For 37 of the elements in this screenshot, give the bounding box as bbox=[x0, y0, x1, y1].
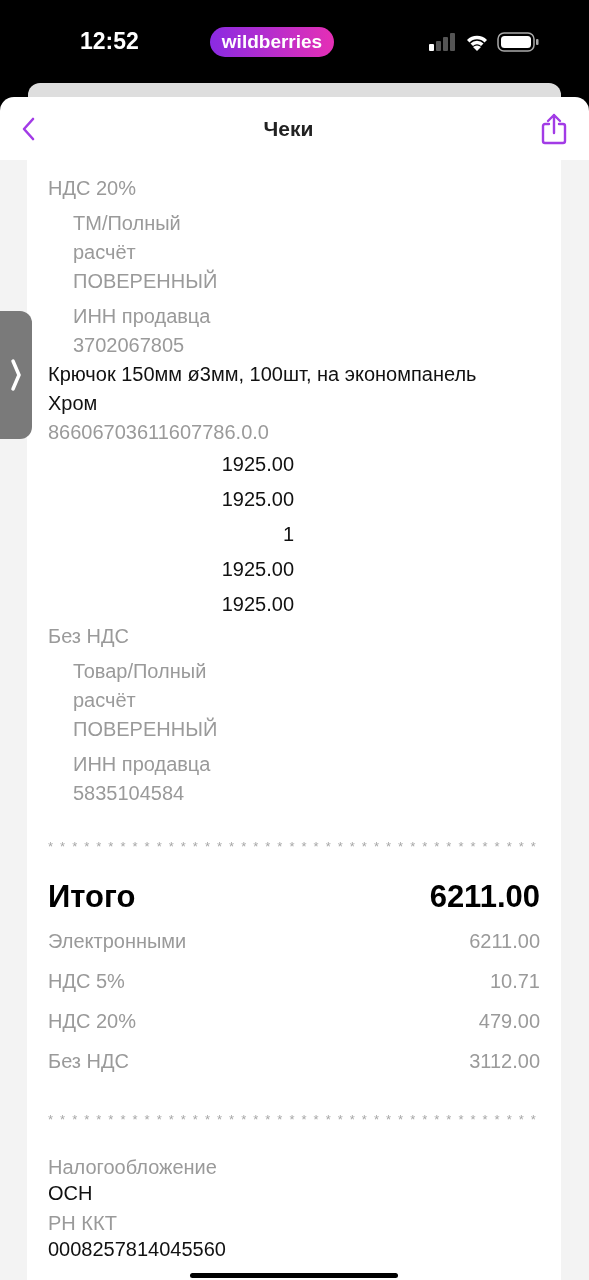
signal-icon bbox=[429, 32, 457, 51]
total-value: 6211.00 bbox=[429, 878, 540, 916]
receipt-amount: 1925.00 bbox=[220, 592, 294, 617]
summary-label: Без НДС bbox=[48, 1049, 129, 1074]
field-label: Налогообложение bbox=[48, 1155, 217, 1180]
receipt-label: НДС 20% bbox=[48, 177, 137, 199]
receipt-amount: 1925.00 bbox=[220, 452, 294, 477]
receipt-detail: ИНН продавца 5835104584 bbox=[73, 752, 212, 806]
summary-value: 6211.00 bbox=[469, 929, 540, 954]
receipt-detail: ИНН продавца 3702067805 bbox=[73, 304, 212, 358]
receipt-label: 86606703611607786.0.0 bbox=[48, 421, 269, 443]
screen-title: Чеки bbox=[263, 116, 314, 141]
receipt-detail: ТМ/Полный расчёт ПОВЕРЕННЫЙ bbox=[73, 211, 219, 294]
receipt-amount: 1925.00 bbox=[220, 487, 294, 512]
battery-icon bbox=[497, 31, 539, 52]
status-time: 12:52 bbox=[80, 28, 140, 55]
receipt-label: Без НДС bbox=[48, 625, 129, 647]
share-button[interactable] bbox=[541, 112, 567, 145]
field-value: 0008257814045560 bbox=[48, 1237, 226, 1262]
separator-stars: * * * * * * * * * * * * * * * * * * * * * * * * * * * * * * * * * * * * * * * * * bbox=[48, 838, 539, 856]
receipt-amount: 1 bbox=[281, 522, 294, 547]
app-badge: wildberries bbox=[209, 26, 335, 57]
summary-label: НДС 20% bbox=[48, 1009, 137, 1034]
receipt-detail: Товар/Полный расчёт ПОВЕРЕННЫЙ bbox=[73, 659, 219, 742]
summary-label: НДС 5% bbox=[48, 969, 125, 994]
back-button[interactable] bbox=[20, 115, 36, 142]
summary-label: Электронными bbox=[48, 929, 187, 954]
summary-value: 10.71 bbox=[489, 969, 540, 994]
total-label: Итого bbox=[48, 878, 136, 916]
field-label: РН ККТ bbox=[48, 1211, 117, 1236]
separator-stars: * * * * * * * * * * * * * * * * * * * * * * * * * * * * * * * * * * * * * * * * * bbox=[48, 1111, 539, 1129]
summary-value: 479.00 bbox=[478, 1009, 540, 1034]
field-value: ОСН bbox=[48, 1181, 93, 1206]
side-panel-handle[interactable] bbox=[0, 311, 32, 439]
summary-value: 3112.00 bbox=[469, 1049, 540, 1074]
receipt-amount: 1925.00 bbox=[220, 557, 294, 582]
product-name: Крючок 150мм ø3мм, 100шт, на экономпанель Хром bbox=[48, 362, 478, 416]
